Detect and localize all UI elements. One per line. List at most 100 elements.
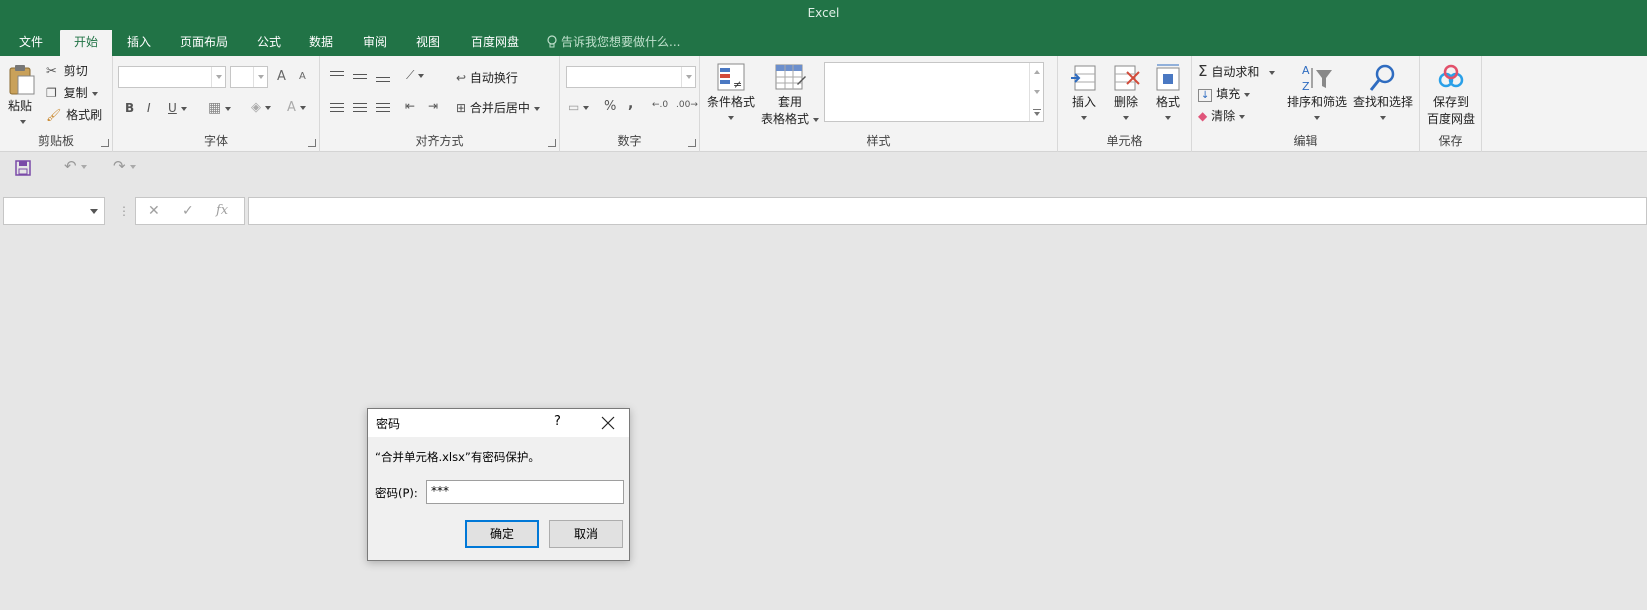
fill-label: 填充 [1216, 87, 1241, 101]
undo-icon[interactable]: ↶ [64, 157, 87, 175]
wrap-text-label: 自动换行 [469, 71, 518, 85]
name-box[interactable] [3, 197, 105, 225]
font-size-combo[interactable] [230, 66, 268, 88]
find-select-label: 查找和选择 [1352, 95, 1413, 109]
sort-filter-button[interactable]: AZ 排序和筛选 [1286, 62, 1348, 124]
copy-label: 复制 [63, 86, 88, 100]
cancel-button[interactable]: 取消 [549, 520, 623, 548]
svg-text:A: A [1302, 64, 1310, 77]
font-name-combo[interactable] [118, 66, 226, 88]
italic-button[interactable]: I [147, 101, 151, 115]
insert-function-icon[interactable]: fx [216, 203, 228, 218]
tell-me-search[interactable]: 告诉我您想要做什么... [546, 30, 680, 56]
clear-button[interactable]: ◆ 清除 [1198, 107, 1246, 124]
group-clipboard: 粘贴 ✂ 剪切 ❐ 复制 🖌 格式刷 剪贴板 [0, 56, 113, 152]
scissors-icon: ✂ [46, 64, 57, 79]
currency-button[interactable]: ▭ [568, 100, 590, 114]
format-as-table-button[interactable]: 套用 表格格式 [760, 62, 820, 127]
password-label: 密码(P): [375, 486, 418, 500]
redo-icon[interactable]: ↷ [113, 157, 136, 175]
insert-cells-button[interactable]: 插入 [1066, 62, 1102, 124]
number-format-combo[interactable] [566, 66, 696, 88]
format-painter-button[interactable]: 🖌 格式刷 [46, 106, 102, 123]
clipboard-launcher[interactable] [101, 139, 109, 147]
group-label-save: 保存 [1438, 134, 1463, 148]
table-format-icon [775, 64, 806, 90]
conditional-formatting-icon: ≠ [717, 63, 745, 91]
middle-align-icon[interactable] [353, 71, 367, 82]
increase-indent-button[interactable]: ⇥ [428, 99, 438, 113]
percent-button[interactable]: % [604, 99, 616, 114]
cell-styles-gallery[interactable] [824, 62, 1044, 122]
close-icon[interactable] [600, 415, 616, 431]
formula-bar-splitter[interactable]: ⋮ [118, 204, 130, 218]
ok-button[interactable]: 确定 [465, 520, 539, 548]
conditional-formatting-button[interactable]: ≠ 条件格式 [706, 62, 756, 124]
svg-text:Z: Z [1302, 80, 1310, 93]
conditional-formatting-label: 条件格式 [706, 95, 755, 109]
fill-button[interactable]: ↓ 填充 [1198, 85, 1251, 102]
align-right-icon[interactable] [376, 100, 390, 115]
format-cells-button[interactable]: 格式 [1150, 62, 1186, 124]
alignment-launcher[interactable] [548, 139, 556, 147]
group-label-font: 字体 [203, 134, 228, 148]
delete-cells-button[interactable]: 删除 [1108, 62, 1144, 124]
save-to-netdisk-button[interactable]: 保存到 百度网盘 [1424, 62, 1478, 127]
formula-buttons: ✕ ✓ fx [135, 197, 245, 225]
font-launcher[interactable] [308, 139, 316, 147]
decrease-decimal-icon[interactable]: .00→ [676, 100, 698, 110]
merge-center-button[interactable]: ⊞ 合并后居中 [456, 99, 540, 116]
sort-filter-icon: AZ [1302, 64, 1332, 93]
insert-cells-label: 插入 [1071, 95, 1096, 109]
copy-button[interactable]: ❐ 复制 [46, 84, 98, 101]
format-cells-label: 格式 [1155, 95, 1180, 109]
gallery-scroll[interactable] [1029, 63, 1043, 121]
decrease-indent-button[interactable]: ⇤ [405, 99, 415, 113]
app-title: Excel [807, 6, 840, 20]
increase-indent-icon: ⇥ [428, 99, 439, 113]
shrink-font-button[interactable]: A [299, 71, 306, 82]
find-select-button[interactable]: 查找和选择 [1352, 62, 1414, 124]
save-icon[interactable] [15, 160, 31, 179]
align-center-icon[interactable] [353, 100, 367, 115]
number-launcher[interactable] [688, 139, 696, 147]
tab-formulas[interactable]: 公式 [248, 30, 290, 56]
tab-home[interactable]: 开始 [60, 30, 112, 56]
autosum-button[interactable]: Σ 自动求和 [1198, 62, 1276, 80]
dialog-message: “合并单元格.xlsx”有密码保护。 [375, 450, 540, 464]
increase-decimal-icon[interactable]: ←.0 [652, 100, 668, 110]
tab-view[interactable]: 视图 [407, 30, 449, 56]
tab-page-layout[interactable]: 页面布局 [174, 30, 234, 56]
formula-input[interactable] [248, 197, 1647, 225]
group-label-cells: 单元格 [1106, 134, 1143, 148]
fill-color-button[interactable]: ◈ [251, 100, 271, 115]
tab-review[interactable]: 审阅 [354, 30, 396, 56]
paste-button[interactable]: 粘贴 [8, 62, 38, 128]
tab-baidu-netdisk[interactable]: 百度网盘 [462, 30, 528, 56]
insert-cells-icon [1071, 65, 1096, 91]
enter-icon[interactable]: ✓ [182, 203, 194, 219]
border-button[interactable]: ▦ [208, 100, 232, 116]
password-input[interactable]: *** [426, 480, 624, 504]
tab-data[interactable]: 数据 [300, 30, 342, 56]
align-left-icon[interactable] [330, 100, 344, 115]
underline-button[interactable]: U [168, 101, 187, 115]
bold-button[interactable]: B [125, 101, 134, 115]
name-box-dropdown-icon[interactable] [90, 209, 98, 214]
bottom-align-icon[interactable] [376, 74, 390, 85]
wrap-text-button[interactable]: ↩ 自动换行 [456, 69, 518, 86]
grow-font-button[interactable]: A [277, 69, 286, 84]
fill-down-icon: ↓ [1198, 89, 1213, 102]
font-color-button[interactable]: A [287, 100, 306, 115]
cut-button[interactable]: ✂ 剪切 [46, 62, 88, 79]
cancel-icon[interactable]: ✕ [148, 203, 160, 219]
tell-me-text: 告诉我您想要做什么... [561, 35, 681, 49]
tab-file[interactable]: 文件 [10, 30, 52, 56]
paint-bucket-icon: ◈ [251, 100, 261, 115]
top-align-icon[interactable] [330, 68, 344, 79]
tab-insert[interactable]: 插入 [118, 30, 160, 56]
clear-label: 清除 [1211, 109, 1236, 123]
help-button[interactable]: ? [554, 414, 561, 429]
comma-button[interactable]: , [628, 96, 633, 112]
orientation-button[interactable]: ⟋ [406, 68, 425, 83]
